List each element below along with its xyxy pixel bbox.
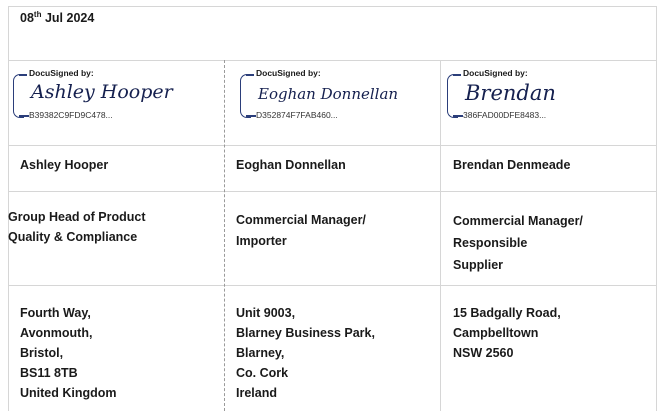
signer-address: Fourth Way, Avonmouth, Bristol, BS11 8TB Uni… bbox=[20, 306, 117, 400]
document-date: 08th Jul 2024 bbox=[20, 9, 95, 25]
signer-title: Group Head of Product Quality & Complianc… bbox=[8, 210, 146, 244]
handwritten-signature: Brendan bbox=[465, 81, 556, 105]
signature-id: B39382C9FD9C478... bbox=[29, 110, 113, 120]
docusign-signature-eoghan: DocuSigned by: Eoghan Donnellan D352874F… bbox=[240, 68, 440, 120]
signer-name: Ashley Hooper bbox=[20, 158, 109, 172]
signature-id: D352874F7FAB460... bbox=[256, 110, 338, 120]
row-divider bbox=[8, 285, 657, 286]
handwritten-signature: Ashley Hooper bbox=[31, 81, 173, 103]
signature-id: 386FAD00DFE8483... bbox=[463, 110, 547, 120]
docusigned-by-label: DocuSigned by: bbox=[27, 68, 96, 78]
signer-name: Eoghan Donnellan bbox=[236, 158, 346, 172]
table-border-top bbox=[8, 6, 657, 7]
docusigned-by-label: DocuSigned by: bbox=[254, 68, 323, 78]
signer-title: Commercial Manager/Importer bbox=[236, 213, 366, 248]
docusigned-by-label: DocuSigned by: bbox=[461, 68, 530, 78]
column-divider bbox=[224, 60, 225, 411]
row-divider bbox=[8, 191, 657, 192]
handwritten-signature: Eoghan Donnellan bbox=[258, 85, 399, 103]
docusign-signature-brendan: DocuSigned by: Brendan 386FAD00DFE8483..… bbox=[447, 68, 647, 120]
signature-bracket bbox=[240, 74, 251, 118]
column-divider bbox=[440, 60, 441, 411]
signer-address: 15 Badgally Road, Campbelltown NSW 2560 bbox=[453, 306, 561, 360]
signature-bracket bbox=[447, 74, 458, 118]
signature-table: 08th Jul 2024 DocuSigned by: Ashley Hoop… bbox=[8, 0, 657, 411]
docusign-signature-ashley: DocuSigned by: Ashley Hooper B39382C9FD9… bbox=[13, 68, 218, 120]
signer-title: Commercial Manager/Responsible Supplier bbox=[453, 214, 583, 272]
signer-address: Unit 9003, Blarney Business Park, Blarney,… bbox=[236, 306, 375, 400]
row-divider bbox=[8, 60, 657, 61]
signature-bracket bbox=[13, 74, 24, 118]
signer-name: Brendan Denmeade bbox=[453, 158, 571, 172]
row-divider bbox=[8, 145, 657, 146]
